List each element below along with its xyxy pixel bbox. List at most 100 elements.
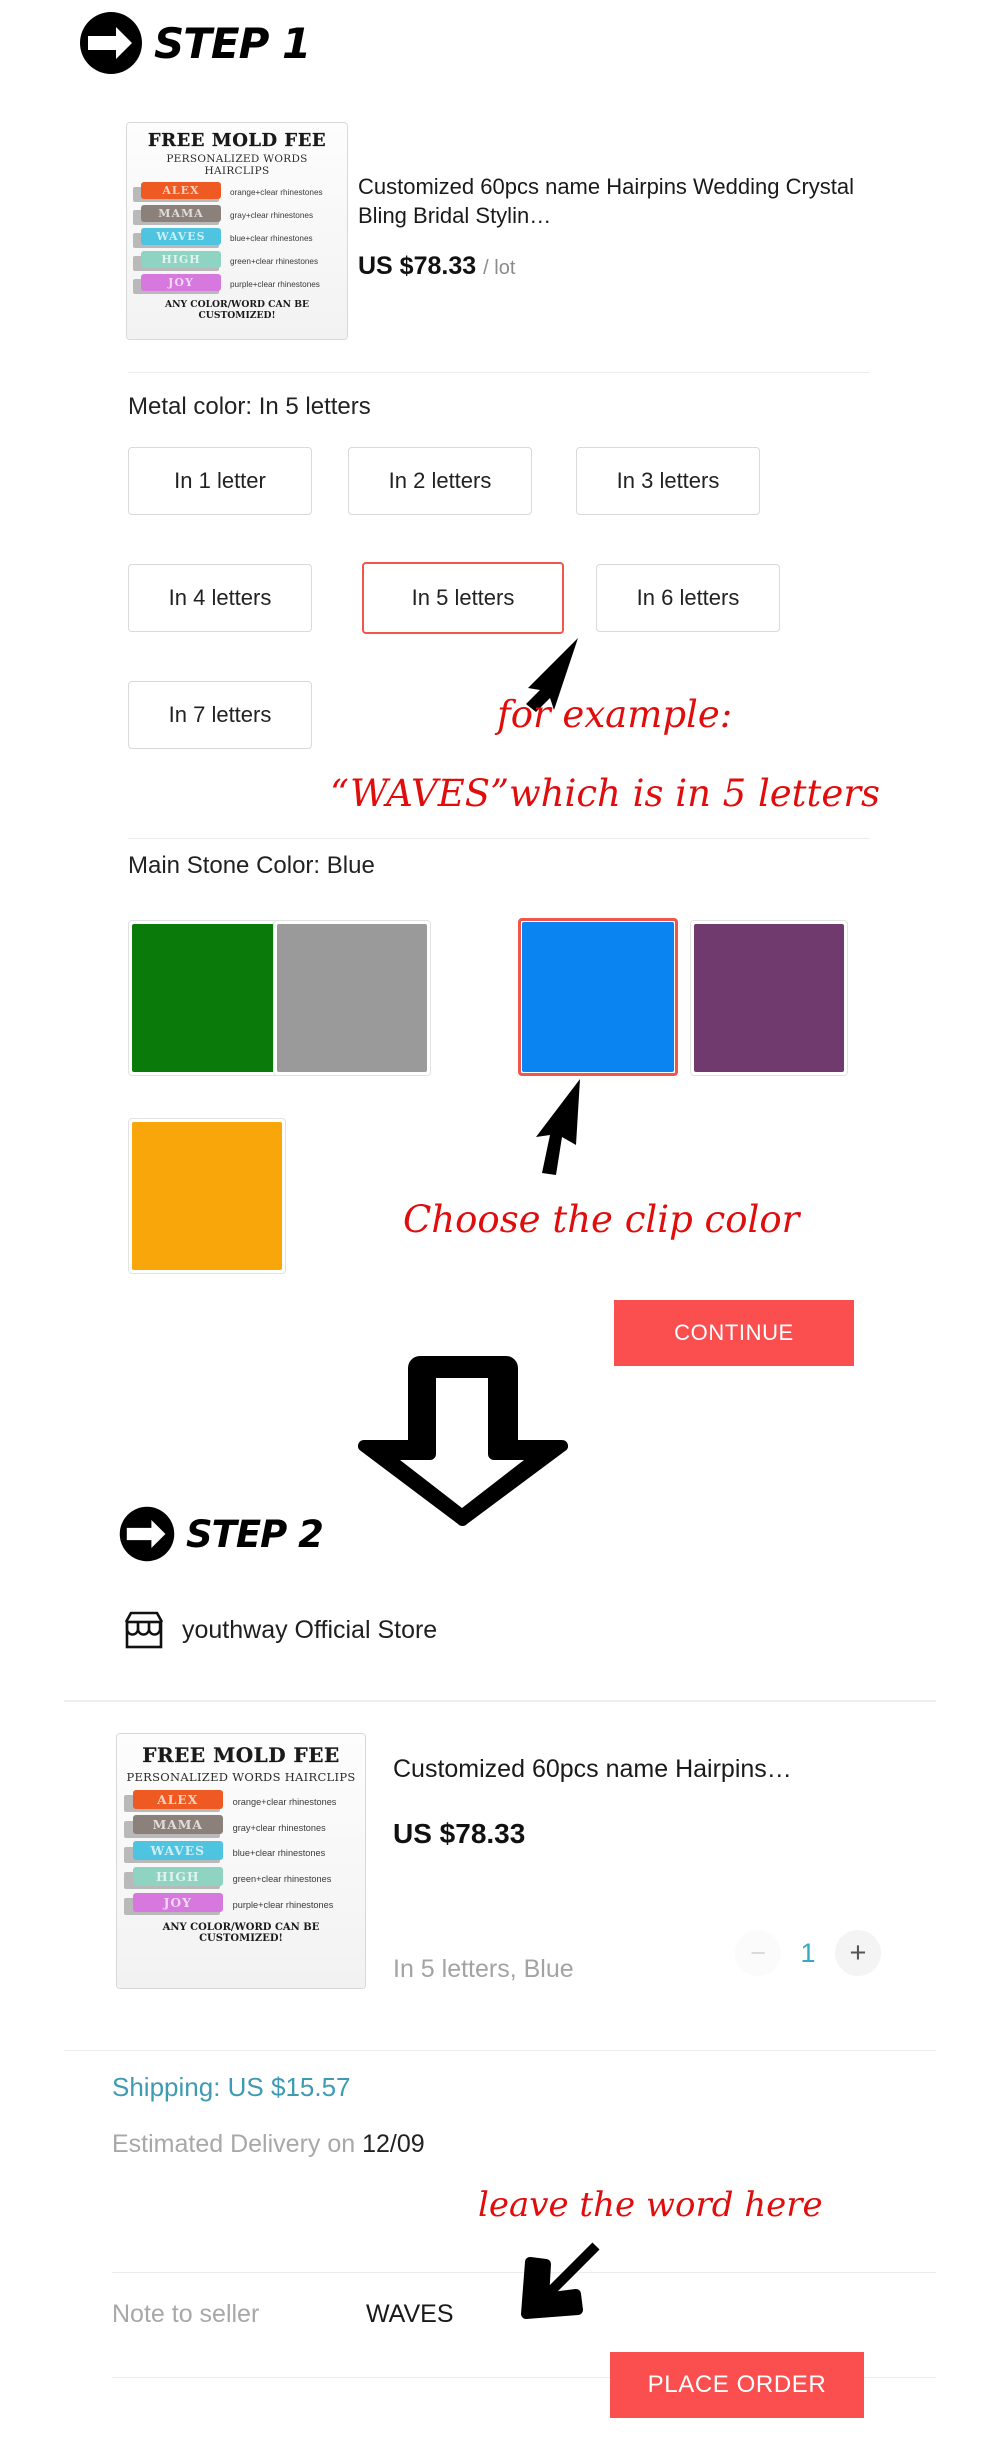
stone-color-swatch-gray[interactable] [273,920,431,1076]
metal-color-option-6[interactable]: In 6 letters [596,564,780,632]
metal-color-option-5[interactable]: In 5 letters [362,562,564,634]
clip-color-label: orange+clear rhinestones [232,1796,337,1807]
annotation-example-line2: “WAVES”which is in 5 letters [330,772,880,815]
store-row[interactable]: youthway Official Store [122,1610,437,1650]
store-name: youthway Official Store [182,1615,438,1644]
clip-swatch: JOY [124,1892,227,1918]
order-item-thumbnail[interactable]: FREE MOLD FEE PERSONALIZED WORDS HAIRCLI… [116,1733,366,1989]
clip-swatch: HIGH [133,250,225,273]
swatch-color-fill [277,924,427,1072]
clip-body: HIGH [132,1866,223,1886]
metal-color-option-1[interactable]: In 1 letter [128,447,312,515]
swatch-color-fill [522,922,674,1072]
clip-body: MAMA [132,1815,223,1835]
order-thumbnail-footer: ANY COLOR/WORD CAN BE CUSTOMIZED! [162,1921,320,1944]
note-to-seller-value[interactable]: WAVES [366,2300,454,2329]
eta-prefix: Estimated Delivery on [112,2130,363,2158]
clip-color-label: orange+clear rhinestones [230,188,323,197]
estimated-delivery: Estimated Delivery on 12/09 [112,2130,425,2159]
product-thumbnail[interactable]: FREE MOLD FEE PERSONALIZED WORDS HAIRCLI… [126,122,348,340]
swatch-color-fill [694,924,844,1072]
clip-swatch: MAMA [124,1815,227,1840]
thumbnail-clip-row: ALEX orange+clear rhinestones [133,181,341,204]
clip-word: JOY [168,275,194,289]
continue-button[interactable]: CONTINUE [614,1300,854,1366]
clip-body: JOY [132,1892,223,1912]
quantity-value: 1 [800,1937,816,1968]
clip-color-label: gray+clear rhinestones [232,1822,326,1833]
clip-swatch: ALEX [124,1789,227,1815]
clip-color-label: blue+clear rhinestones [232,1848,326,1859]
thumbnail-footer: ANY COLOR/WORD CAN BE CUSTOMIZED! [165,299,309,321]
thumbnail-subhead: PERSONALIZED WORDS HAIRCLIPS [166,153,308,177]
order-item-variant: In 5 letters, Blue [393,1955,574,1983]
clip-word: HIGH [161,252,201,266]
divider-above-order-item [64,1700,936,1702]
clip-swatch: WAVES [124,1841,227,1866]
thumbnail-clip-row: ALEX orange+clear rhinestones [124,1789,358,1815]
quantity-increase-button[interactable]: + [835,1930,881,1976]
product-price-unit: / lot [483,257,516,279]
note-to-seller-label: Note to seller [112,2300,260,2328]
clip-color-label: purple+clear rhinestones [230,280,320,289]
clip-color-label: green+clear rhinestones [232,1874,332,1885]
clip-body: WAVES [132,1841,223,1861]
stone-color-swatch-orange[interactable] [128,1118,286,1274]
thumbnail-clip-row: HIGH green+clear rhinestones [124,1866,358,1892]
step-arrow-circle-icon [78,10,144,76]
swatch-color-fill [132,1122,282,1270]
clip-body: JOY [141,273,221,291]
thumbnail-headline: FREE MOLD FEE [147,130,327,151]
thumbnail-clip-row: WAVES blue+clear rhinestones [124,1841,358,1867]
clip-body: ALEX [132,1789,223,1809]
clip-swatch: HIGH [124,1866,227,1892]
quantity-decrease-button[interactable]: − [735,1930,781,1976]
product-price-amount: US $78.33 [358,252,477,280]
stone-color-swatch-green[interactable] [128,920,286,1076]
step-arrow-circle-icon-2 [118,1505,176,1563]
thumbnail-clip-row: MAMA gray+clear rhinestones [133,204,341,227]
annotation-example-line1: for example: [497,693,733,736]
metal-color-option-3[interactable]: In 3 letters [576,447,760,515]
thumbnail-clip-row: JOY purple+clear rhinestones [133,273,341,296]
step-1-badge: STEP 1 [78,10,311,76]
stone-color-swatch-purple[interactable] [690,920,848,1076]
cursor-arrow-swatch-icon [522,1075,612,1190]
eta-date: 12/09 [362,2130,425,2158]
divider-above-shipping [64,2050,936,2051]
clip-swatch: WAVES [133,227,225,250]
stone-color-swatch-blue[interactable] [518,918,678,1076]
annotation-choose-clip-color: Choose the clip color [403,1198,800,1241]
step-2-label: STEP 2 [186,1512,324,1556]
clip-body: ALEX [141,181,221,199]
quantity-stepper[interactable]: − 1 + [735,1930,881,1976]
thumbnail-clip-row: HIGH green+clear rhinestones [133,250,341,273]
clip-color-label: purple+clear rhinestones [232,1899,334,1910]
clip-swatch: ALEX [133,181,225,204]
clip-color-label: green+clear rhinestones [230,257,319,266]
swatch-color-fill [132,924,282,1072]
order-thumbnail-headline: FREE MOLD FEE [142,1743,340,1767]
clip-color-label: gray+clear rhinestones [230,211,314,220]
step-1-label: STEP 1 [154,18,311,68]
place-order-button[interactable]: PLACE ORDER [610,2352,864,2418]
clip-word: WAVES [150,1843,206,1859]
divider-above-metal-color [128,372,870,373]
metal-color-option-4[interactable]: In 4 letters [128,564,312,632]
clip-word: WAVES [156,229,206,243]
metal-color-option-7[interactable]: In 7 letters [128,681,312,749]
clip-body: MAMA [141,204,221,222]
divider-above-stone-color [128,838,870,839]
metal-color-option-2[interactable]: In 2 letters [348,447,532,515]
clip-body: WAVES [141,227,221,245]
order-item-title: Customized 60pcs name Hairpins… [393,1755,792,1783]
clip-word: ALEX [157,1791,199,1807]
clip-body: HIGH [141,250,221,268]
shipping-line[interactable]: Shipping: US $15.57 [112,2072,351,2103]
thumbnail-clip-row: JOY purple+clear rhinestones [124,1892,358,1918]
annotation-leave-word: leave the word here [478,2185,823,2225]
clip-swatch: JOY [133,273,225,296]
down-arrow-icon [357,1350,569,1535]
order-flow-page: STEP 1 FREE MOLD FEE PERSONALIZED WORDS … [0,0,1000,2447]
order-item-price: US $78.33 [393,1818,526,1849]
